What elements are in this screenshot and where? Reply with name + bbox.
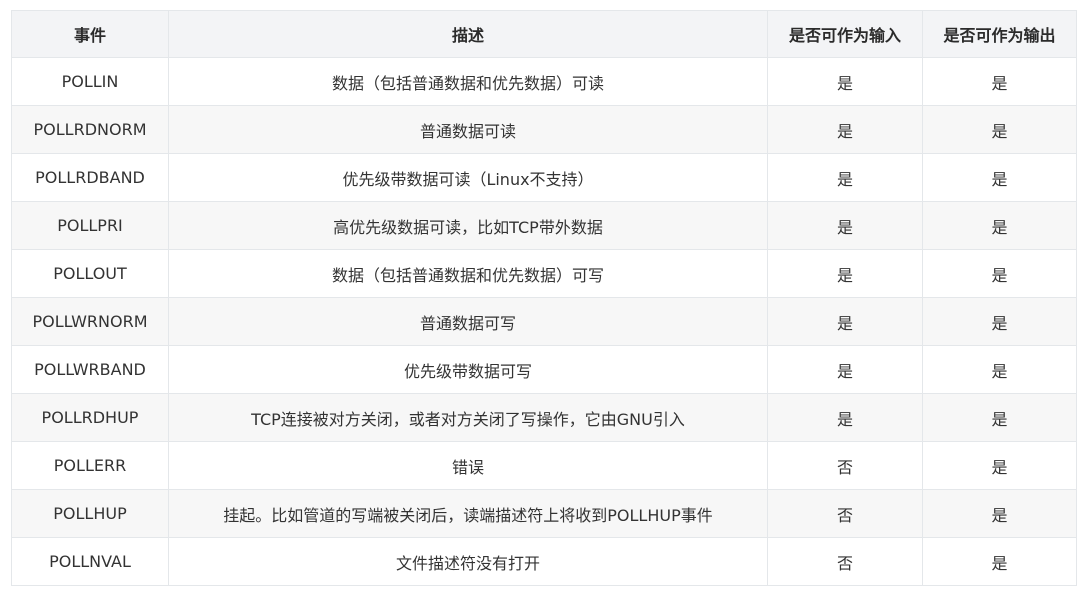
table-row: POLLOUT 数据（包括普通数据和优先数据）可写 是 是	[11, 249, 1077, 298]
cell-event: POLLNVAL	[11, 537, 169, 586]
header-as-input: 是否可作为输入	[767, 10, 923, 58]
cell-description: 错误	[168, 441, 768, 490]
cell-description: 优先级带数据可写	[168, 345, 768, 394]
cell-event: POLLPRI	[11, 201, 169, 250]
table-row: POLLRDNORM 普通数据可读 是 是	[11, 105, 1077, 154]
table-row: POLLIN 数据（包括普通数据和优先数据）可读 是 是	[11, 57, 1077, 106]
table-row: POLLPRI 高优先级数据可读，比如TCP带外数据 是 是	[11, 201, 1077, 250]
cell-event: POLLHUP	[11, 489, 169, 538]
header-event: 事件	[11, 10, 169, 58]
table-row: POLLWRNORM 普通数据可写 是 是	[11, 297, 1077, 346]
cell-event: POLLERR	[11, 441, 169, 490]
cell-as-input: 是	[767, 345, 923, 394]
cell-as-output: 是	[922, 441, 1077, 490]
cell-as-output: 是	[922, 489, 1077, 538]
cell-as-output: 是	[922, 297, 1077, 346]
cell-as-input: 是	[767, 105, 923, 154]
cell-description: 优先级带数据可读（Linux不支持）	[168, 153, 768, 202]
poll-events-table-container: 事件 描述 是否可作为输入 是否可作为输出 POLLIN 数据（包括普通数据和优…	[11, 10, 1077, 586]
table-row: POLLWRBAND 优先级带数据可写 是 是	[11, 345, 1077, 394]
cell-event: POLLRDHUP	[11, 393, 169, 442]
cell-as-output: 是	[922, 393, 1077, 442]
cell-description: TCP连接被对方关闭，或者对方关闭了写操作，它由GNU引入	[168, 393, 768, 442]
table-row: POLLHUP 挂起。比如管道的写端被关闭后，读端描述符上将收到POLLHUP事…	[11, 489, 1077, 538]
cell-description: 普通数据可读	[168, 105, 768, 154]
cell-event: POLLIN	[11, 57, 169, 106]
table-row: POLLRDHUP TCP连接被对方关闭，或者对方关闭了写操作，它由GNU引入 …	[11, 393, 1077, 442]
cell-as-output: 是	[922, 345, 1077, 394]
header-description: 描述	[168, 10, 768, 58]
cell-as-output: 是	[922, 153, 1077, 202]
cell-as-output: 是	[922, 537, 1077, 586]
cell-description: 文件描述符没有打开	[168, 537, 768, 586]
cell-as-output: 是	[922, 57, 1077, 106]
cell-event: POLLRDBAND	[11, 153, 169, 202]
cell-description: 挂起。比如管道的写端被关闭后，读端描述符上将收到POLLHUP事件	[168, 489, 768, 538]
table-header-row: 事件 描述 是否可作为输入 是否可作为输出	[11, 10, 1077, 58]
table-row: POLLRDBAND 优先级带数据可读（Linux不支持） 是 是	[11, 153, 1077, 202]
cell-as-input: 是	[767, 201, 923, 250]
cell-as-input: 是	[767, 393, 923, 442]
table-row: POLLNVAL 文件描述符没有打开 否 是	[11, 537, 1077, 586]
header-as-output: 是否可作为输出	[922, 10, 1077, 58]
table-row: POLLERR 错误 否 是	[11, 441, 1077, 490]
cell-as-input: 是	[767, 249, 923, 298]
cell-as-input: 是	[767, 297, 923, 346]
cell-as-input: 是	[767, 153, 923, 202]
cell-as-input: 否	[767, 537, 923, 586]
cell-event: POLLRDNORM	[11, 105, 169, 154]
cell-event: POLLOUT	[11, 249, 169, 298]
cell-as-input: 否	[767, 489, 923, 538]
cell-as-output: 是	[922, 201, 1077, 250]
cell-as-input: 是	[767, 57, 923, 106]
cell-event: POLLWRNORM	[11, 297, 169, 346]
cell-as-input: 否	[767, 441, 923, 490]
cell-description: 数据（包括普通数据和优先数据）可写	[168, 249, 768, 298]
cell-description: 数据（包括普通数据和优先数据）可读	[168, 57, 768, 106]
cell-as-output: 是	[922, 105, 1077, 154]
poll-events-table: 事件 描述 是否可作为输入 是否可作为输出 POLLIN 数据（包括普通数据和优…	[11, 10, 1077, 586]
cell-event: POLLWRBAND	[11, 345, 169, 394]
cell-description: 高优先级数据可读，比如TCP带外数据	[168, 201, 768, 250]
cell-as-output: 是	[922, 249, 1077, 298]
cell-description: 普通数据可写	[168, 297, 768, 346]
